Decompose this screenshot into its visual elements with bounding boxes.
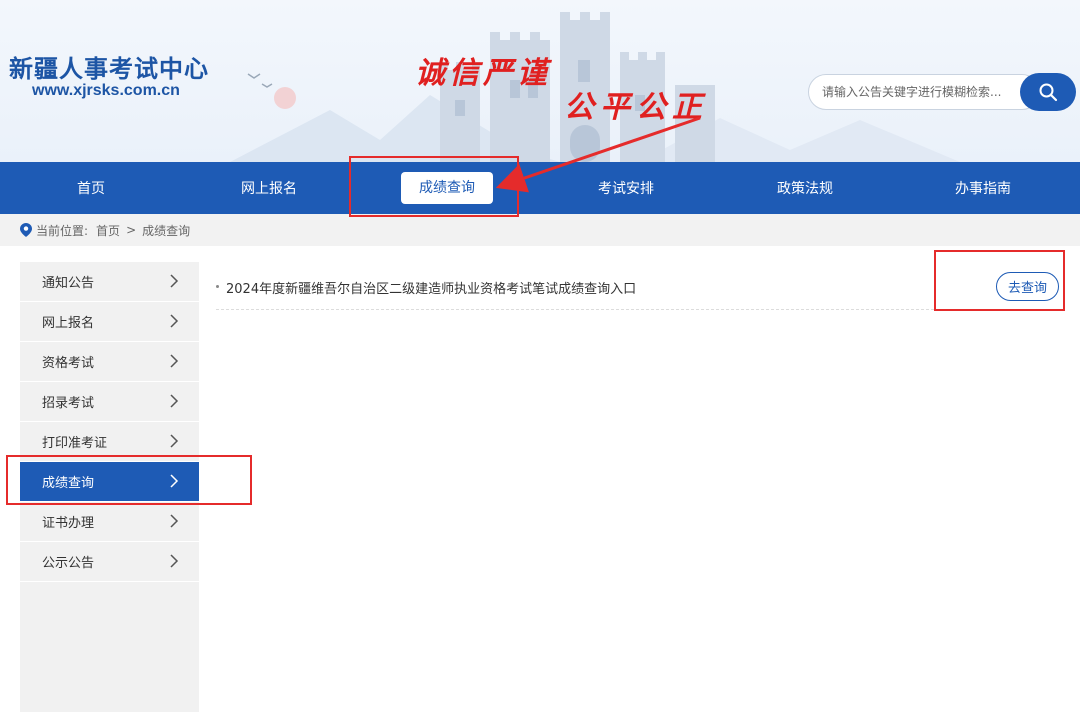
site-header: 新疆人事考试中心 www.xjrsks.com.cn 诚信严谨 公平公正 — [0, 0, 1080, 162]
bullet-dot — [216, 285, 219, 288]
sidebar-item-label: 网上报名 — [42, 316, 95, 331]
nav-item-score-query[interactable]: 成绩查询 — [358, 162, 536, 214]
slogan-fairness: 公平公正 — [564, 90, 708, 125]
list-item: 2024年度新疆维吾尔自治区二级建造师执业资格考试笔试成绩查询入口 — [216, 268, 1064, 310]
site-url[interactable]: www.xjrsks.com.cn — [32, 82, 180, 100]
sidebar-item-notices[interactable]: 通知公告 — [20, 262, 199, 302]
chevron-right-icon — [170, 514, 179, 528]
nav-item-online-registration[interactable]: 网上报名 — [180, 162, 358, 214]
location-pin-icon — [20, 223, 32, 237]
nav-item-label: 首页 — [77, 181, 105, 197]
search-input[interactable] — [812, 78, 1012, 106]
nav-item-exam-schedule[interactable]: 考试安排 — [537, 162, 715, 214]
nav-item-label: 成绩查询 — [401, 172, 493, 204]
nav-item-label: 考试安排 — [598, 181, 654, 197]
breadcrumb-separator: > — [126, 223, 137, 237]
site-title[interactable]: 新疆人事考试中心 — [9, 49, 209, 84]
sidebar-item-label: 公示公告 — [42, 556, 95, 571]
sidebar-item-label: 成绩查询 — [42, 476, 95, 491]
sidebar-item-score-query[interactable]: 成绩查询 — [20, 462, 199, 502]
sidebar-item-qualification-exams[interactable]: 资格考试 — [20, 342, 199, 382]
sidebar-item-label: 打印准考证 — [42, 436, 108, 451]
nav-item-label: 网上报名 — [241, 181, 297, 197]
list-item-title[interactable]: 2024年度新疆维吾尔自治区二级建造师执业资格考试笔试成绩查询入口 — [226, 278, 636, 297]
sidebar-item-print-admission-ticket[interactable]: 打印准考证 — [20, 422, 199, 462]
sidebar-item-online-registration[interactable]: 网上报名 — [20, 302, 199, 342]
sidebar-item-public-announcements[interactable]: 公示公告 — [20, 542, 199, 582]
breadcrumb-prefix: 当前位置: — [36, 223, 89, 238]
main-nav: 首页 网上报名 成绩查询 考试安排 政策法规 办事指南 — [0, 162, 1080, 214]
nav-item-label: 政策法规 — [777, 181, 833, 197]
sidebar-item-recruitment-exams[interactable]: 招录考试 — [20, 382, 199, 422]
chevron-right-icon — [170, 394, 179, 408]
slogan-integrity: 诚信严谨 — [415, 56, 551, 91]
nav-item-service-guide[interactable]: 办事指南 — [894, 162, 1072, 214]
search-icon — [1039, 83, 1058, 102]
sidebar-item-label: 证书办理 — [42, 516, 95, 531]
chevron-right-icon — [170, 274, 179, 288]
sidebar-item-label: 通知公告 — [42, 276, 95, 291]
chevron-right-icon — [170, 474, 179, 488]
sidebar-item-certificate-processing[interactable]: 证书办理 — [20, 502, 199, 542]
breadcrumb-current: 成绩查询 — [142, 223, 191, 238]
sidebar-item-label: 招录考试 — [42, 396, 95, 411]
nav-item-home[interactable]: 首页 — [2, 162, 180, 214]
go-query-button[interactable]: 去查询 — [996, 272, 1059, 301]
breadcrumb-home[interactable]: 首页 — [96, 222, 120, 239]
chevron-right-icon — [170, 434, 179, 448]
chevron-right-icon — [170, 314, 179, 328]
nav-item-policies[interactable]: 政策法规 — [716, 162, 894, 214]
sidebar: 通知公告 网上报名 资格考试 招录考试 打印准考证 成绩查询 证书办理 公示公告 — [20, 262, 199, 712]
search-button[interactable] — [1020, 73, 1076, 111]
breadcrumb: 当前位置: 首页 > 成绩查询 — [0, 214, 1080, 246]
chevron-right-icon — [170, 554, 179, 568]
sidebar-item-label: 资格考试 — [42, 356, 95, 371]
chevron-right-icon — [170, 354, 179, 368]
nav-item-label: 办事指南 — [955, 181, 1011, 197]
